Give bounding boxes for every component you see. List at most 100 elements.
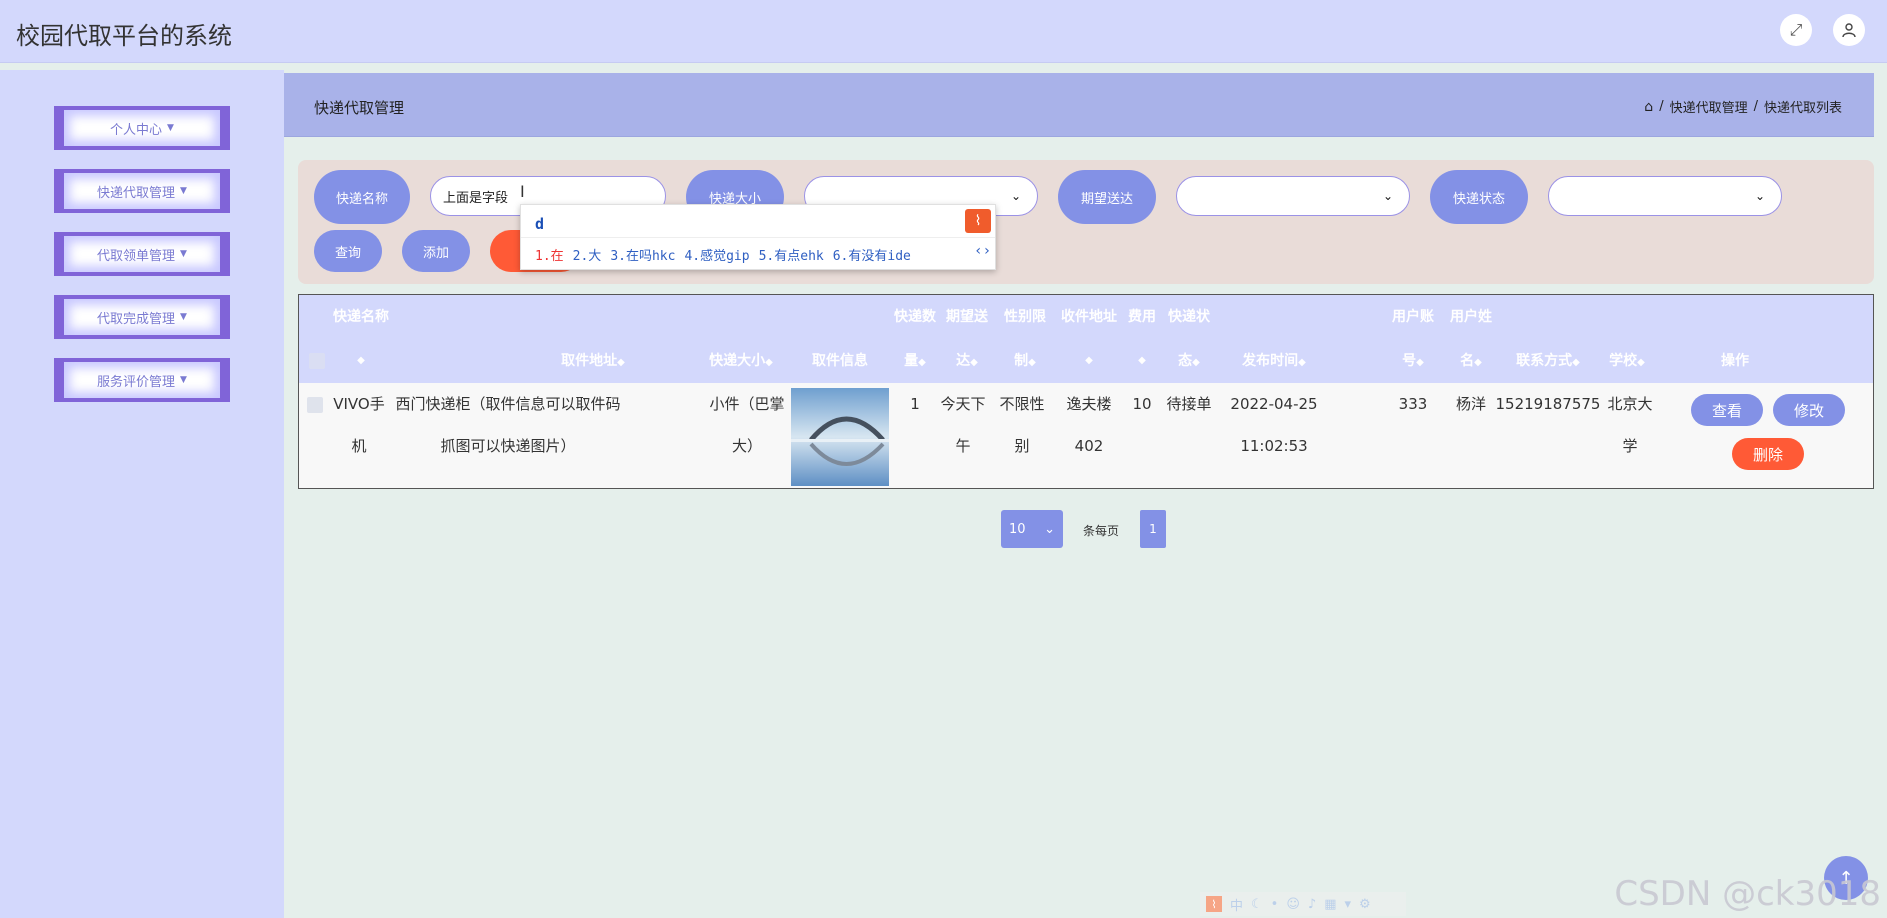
sidebar-item-express-pickup[interactable]: 快递代取管理 ▼ (54, 169, 230, 213)
sort-icon[interactable]: ◆ (329, 339, 393, 383)
ime-skin-icon[interactable]: ▾ (1345, 897, 1352, 912)
status-filter-label: 快递状态 (1430, 170, 1528, 224)
ime-logo-icon: ⌇ (965, 209, 991, 233)
th-deliver[interactable]: 达◆ (939, 339, 995, 385)
user-icon[interactable] (1833, 14, 1865, 46)
page-size-select[interactable]: 10 ⌄ (1001, 510, 1063, 548)
ime-candidate[interactable]: 2.大 (573, 245, 602, 264)
sidebar: 个人中心 ▼ 快递代取管理 ▼ 代取领单管理 ▼ 代取完成管理 ▼ 服务评价管理… (0, 70, 284, 918)
fullscreen-icon[interactable]: ⤢ (1780, 14, 1812, 46)
th-action: 操作 (1721, 353, 1749, 369)
sidebar-item-label: 快递代取管理 (97, 185, 176, 201)
sort-icon[interactable]: ◆ (1055, 339, 1123, 383)
sidebar-item-personal-center[interactable]: 个人中心 ▼ (54, 106, 230, 150)
ime-emoji-icon[interactable]: ☺ (1286, 897, 1300, 912)
th-username-a: 用户姓 (1450, 309, 1492, 325)
select-all-checkbox[interactable] (309, 353, 325, 369)
sort-icon[interactable]: ◆ (1125, 339, 1159, 383)
sidebar-item-order-complete[interactable]: 代取完成管理 ▼ (54, 295, 230, 339)
sidebar-item-order-claim[interactable]: 代取领单管理 ▼ (54, 232, 230, 276)
th-size[interactable]: 快递大小◆ (699, 339, 783, 385)
parcel-photo[interactable] (791, 388, 889, 486)
breadcrumb-item[interactable]: 快递代取管理 (1670, 97, 1748, 116)
sidebar-item-inner: 服务评价管理 ▼ (64, 362, 220, 398)
caret-down-icon: ▼ (180, 312, 187, 322)
edit-button[interactable]: 修改 (1773, 394, 1845, 426)
th-school[interactable]: 学校◆ (1601, 339, 1653, 385)
sort-icon: ◆ (765, 357, 773, 368)
sort-icon: ◆ (1474, 357, 1482, 368)
ime-page-nav-icon[interactable]: ‹› (974, 243, 991, 259)
add-button[interactable]: 添加 (402, 230, 470, 272)
th-school-label: 学校 (1609, 353, 1638, 369)
sidebar-item-label: 服务评价管理 (97, 374, 176, 390)
table-row: VIVO手机 西门快递柜（取件信息可以取件码抓图可以快递图片） 小件（巴掌大） (299, 383, 1873, 488)
ime-candidate-popup: d ⌇ 1.在 2.大 3.在吗hkc 4.感觉gip 5.有点ehk 6.有没… (520, 204, 996, 270)
page-size-value: 10 (1009, 521, 1026, 537)
sidebar-item-label: 代取领单管理 (97, 248, 176, 264)
user-glyph (1842, 23, 1856, 38)
th-username[interactable]: 名◆ (1443, 339, 1499, 385)
ime-composition: d (535, 215, 545, 233)
th-deliver-a: 期望送 (946, 309, 988, 325)
row-checkbox[interactable] (307, 397, 323, 413)
th-account-label: 号 (1402, 353, 1417, 369)
sort-icon: ◆ (918, 357, 926, 368)
th-qty[interactable]: 量◆ (893, 339, 937, 385)
cell-gender: 不限性别 (999, 395, 1045, 455)
cell-school: 北京大学 (1607, 395, 1653, 455)
view-button[interactable]: 查看 (1691, 394, 1763, 426)
name-filter-label: 快递名称 (314, 170, 410, 224)
ime-settings-icon[interactable]: ⚙ (1359, 897, 1371, 912)
ime-candidate[interactable]: 1.在 (535, 245, 564, 264)
th-pub-time[interactable]: 发布时间◆ (1219, 339, 1329, 385)
cell-name: VIVO手机 (333, 395, 385, 455)
th-account[interactable]: 号◆ (1385, 339, 1441, 385)
th-address-label: 取件地址 (561, 353, 618, 369)
deliver-filter-select[interactable]: ⌄ (1176, 176, 1410, 216)
ime-candidate[interactable]: 5.有点ehk (759, 245, 824, 264)
th-gender-a: 性别限 (1004, 309, 1046, 325)
breadcrumb-separator: / (1753, 99, 1758, 114)
th-phone[interactable]: 联系方式◆ (1495, 339, 1601, 385)
sort-icon: ◆ (1416, 357, 1424, 368)
th-info: 取件信息 (812, 353, 868, 369)
th-username-label: 名 (1460, 353, 1475, 369)
sort-icon: ◆ (1572, 357, 1580, 368)
th-gender[interactable]: 制◆ (997, 339, 1053, 385)
status-filter-select[interactable]: ⌄ (1548, 176, 1782, 216)
page-title: 快递代取管理 (314, 99, 405, 117)
ime-candidate[interactable]: 6.有没有ide (833, 245, 911, 264)
sort-icon: ◆ (1637, 357, 1645, 368)
ime-punctuation-icon[interactable]: • (1271, 897, 1279, 912)
ime-toolbar-logo-icon[interactable]: ⌇ (1206, 896, 1222, 912)
cell-deliver: 今天下午 (940, 395, 986, 455)
top-bar: 校园代取平台的系统 ⤢ (0, 0, 1887, 63)
query-button[interactable]: 查询 (314, 230, 382, 272)
delete-button[interactable]: 删除 (1732, 438, 1804, 470)
breadcrumb: ⌂ / 快递代取管理 / 快递代取列表 (1644, 97, 1842, 117)
text-cursor-icon: I (520, 182, 525, 201)
cell-fee: 10 (1132, 395, 1152, 413)
th-status[interactable]: 态◆ (1161, 339, 1217, 385)
cell-pub-date: 2022-04-25 (1230, 395, 1318, 413)
ime-candidate[interactable]: 3.在吗hkc (610, 245, 675, 264)
home-icon[interactable]: ⌂ (1644, 99, 1653, 115)
ime-keyboard-icon[interactable]: ▦ (1324, 897, 1336, 912)
caret-down-icon: ▼ (180, 375, 187, 385)
ime-mic-icon[interactable]: ♪ (1308, 897, 1316, 912)
th-gender-label: 制 (1014, 353, 1029, 369)
cell-status: 待接单 (1166, 395, 1212, 413)
sidebar-item-service-review[interactable]: 服务评价管理 ▼ (54, 358, 230, 402)
sort-icon: ◆ (970, 357, 978, 368)
caret-down-icon: ▼ (180, 186, 187, 196)
page-number-button[interactable]: 1 (1140, 510, 1166, 548)
th-phone-label: 联系方式 (1516, 353, 1573, 369)
ime-moon-icon[interactable]: ☾ (1251, 897, 1263, 912)
ime-candidate[interactable]: 4.感觉gip (684, 245, 749, 264)
sidebar-item-label: 个人中心 (110, 122, 163, 138)
sort-icon: ◆ (1028, 357, 1036, 368)
cell-account: 333 (1398, 395, 1428, 413)
breadcrumb-separator: / (1659, 99, 1664, 114)
ime-chinese-mode-icon[interactable]: 中 (1230, 895, 1243, 914)
